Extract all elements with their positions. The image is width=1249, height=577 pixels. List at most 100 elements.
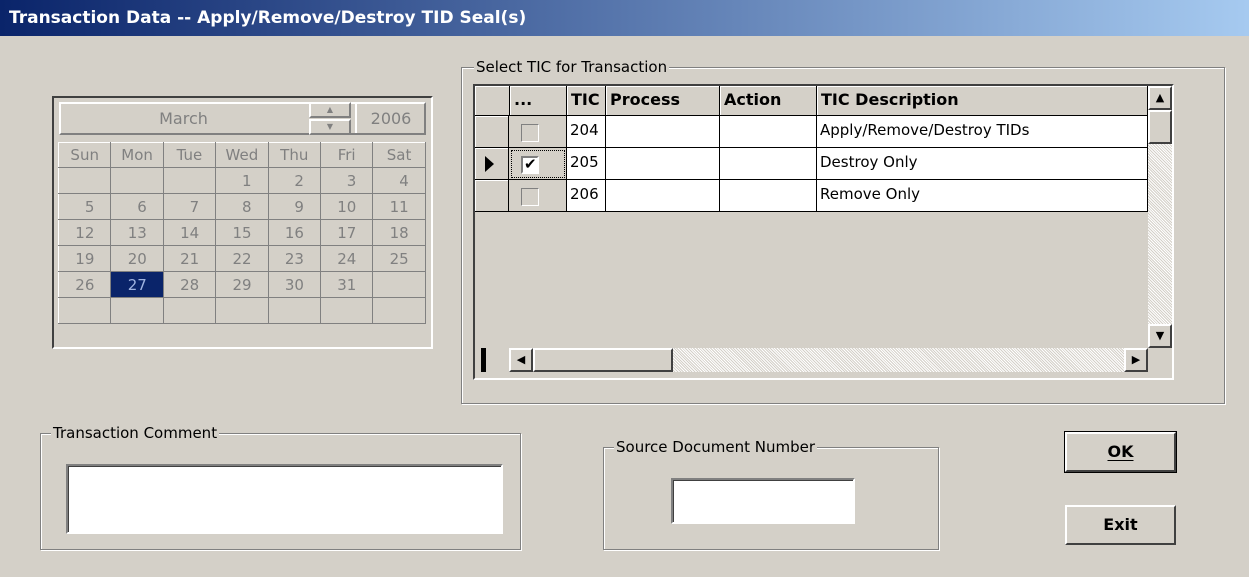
calendar-day[interactable] bbox=[110, 167, 164, 194]
calendar-day[interactable]: 9 bbox=[267, 193, 321, 220]
calendar-day[interactable]: 25 bbox=[372, 245, 426, 272]
column-header-check[interactable]: ... bbox=[510, 86, 567, 116]
calendar-day[interactable]: 29 bbox=[215, 271, 269, 298]
calendar-day[interactable] bbox=[319, 297, 374, 324]
comment-group-caption: Transaction Comment bbox=[51, 423, 220, 443]
scroll-right-icon[interactable]: ▶ bbox=[1124, 348, 1148, 372]
calendar-day[interactable]: 15 bbox=[215, 219, 269, 246]
row-checkbox-checked[interactable] bbox=[521, 155, 539, 174]
process-cell[interactable] bbox=[606, 180, 720, 212]
calendar-day[interactable]: 5 bbox=[57, 193, 112, 220]
source-document-number-input[interactable] bbox=[671, 478, 855, 524]
scroll-marker bbox=[481, 348, 486, 372]
table-row[interactable]: 206 Remove Only bbox=[475, 180, 1148, 212]
calendar-day[interactable]: 11 bbox=[372, 193, 426, 220]
calendar-day[interactable] bbox=[110, 297, 164, 324]
exit-button-label: Exit bbox=[1103, 515, 1138, 534]
calendar-day[interactable] bbox=[372, 297, 426, 324]
calendar-day[interactable]: 4 bbox=[372, 167, 426, 194]
action-cell[interactable] bbox=[720, 180, 817, 212]
calendar-day[interactable]: 7 bbox=[162, 193, 217, 220]
calendar-day[interactable]: 23 bbox=[267, 245, 321, 272]
column-header-action[interactable]: Action bbox=[720, 86, 817, 116]
spin-up-icon[interactable]: ▲ bbox=[309, 102, 351, 118]
calendar-day[interactable]: 16 bbox=[267, 219, 321, 246]
calendar-day[interactable]: 22 bbox=[215, 245, 269, 272]
calendar-day[interactable]: 31 bbox=[319, 271, 374, 298]
calendar-day[interactable]: 21 bbox=[162, 245, 217, 272]
tic-cell[interactable]: 204 bbox=[567, 116, 606, 148]
vertical-scroll-thumb[interactable] bbox=[1148, 110, 1172, 144]
table-row-current[interactable]: 205 Destroy Only bbox=[475, 148, 1148, 180]
check-cell[interactable] bbox=[509, 116, 567, 148]
calendar-day[interactable]: 10 bbox=[319, 193, 374, 220]
row-selector[interactable] bbox=[475, 180, 509, 212]
calendar-day[interactable] bbox=[57, 167, 112, 194]
calendar-day[interactable]: 8 bbox=[215, 193, 269, 220]
scroll-up-icon[interactable]: ▲ bbox=[1148, 86, 1172, 110]
calendar-day[interactable] bbox=[57, 297, 112, 324]
row-checkbox[interactable] bbox=[521, 188, 539, 206]
weekday-label: Thu bbox=[267, 142, 321, 168]
vertical-scrollbar[interactable]: ▲ ▼ bbox=[1148, 86, 1172, 348]
table-row[interactable]: 204 Apply/Remove/Destroy TIDs bbox=[475, 116, 1148, 148]
calendar-day[interactable] bbox=[215, 297, 269, 324]
calendar-day[interactable]: 17 bbox=[319, 219, 374, 246]
scroll-down-icon[interactable]: ▼ bbox=[1148, 324, 1172, 348]
calendar-month[interactable]: March bbox=[61, 104, 306, 133]
weekday-label: Wed bbox=[215, 142, 269, 168]
calendar-day[interactable]: 1 bbox=[215, 167, 269, 194]
calendar-day[interactable]: 12 bbox=[57, 219, 112, 246]
month-spinner[interactable]: ▲ ▼ bbox=[309, 102, 351, 135]
action-cell[interactable] bbox=[720, 148, 817, 180]
description-cell[interactable]: Destroy Only bbox=[817, 148, 1148, 180]
calendar-day[interactable]: 19 bbox=[57, 245, 112, 272]
column-header-process[interactable]: Process bbox=[606, 86, 720, 116]
check-cell[interactable] bbox=[509, 180, 567, 212]
calendar-day[interactable]: 14 bbox=[162, 219, 217, 246]
horizontal-scroll-thumb[interactable] bbox=[533, 348, 673, 372]
calendar-day[interactable]: 30 bbox=[267, 271, 321, 298]
calendar-day[interactable] bbox=[162, 297, 217, 324]
calendar-day-selected[interactable]: 27 bbox=[110, 271, 164, 298]
calendar-grid: Sun Mon Tue Wed Thu Fri Sat 1 2 3 4 5 6 … bbox=[57, 142, 426, 324]
process-cell[interactable] bbox=[606, 116, 720, 148]
column-header-description[interactable]: TIC Description bbox=[817, 86, 1148, 116]
description-cell[interactable]: Apply/Remove/Destroy TIDs bbox=[817, 116, 1148, 148]
month-calendar[interactable]: March ▲ ▼ 2006 Sun Mon Tue Wed Thu Fri S… bbox=[52, 96, 433, 349]
tic-grid[interactable]: ... TIC Process Action TIC Description 2… bbox=[473, 84, 1174, 380]
spin-down-icon[interactable]: ▼ bbox=[309, 119, 351, 135]
calendar-day[interactable] bbox=[162, 167, 217, 194]
row-selector-header bbox=[475, 86, 510, 116]
calendar-day[interactable]: 3 bbox=[319, 167, 374, 194]
calendar-year[interactable]: 2006 bbox=[355, 104, 425, 133]
process-cell[interactable] bbox=[606, 148, 720, 180]
check-cell[interactable] bbox=[509, 148, 567, 180]
action-cell[interactable] bbox=[720, 116, 817, 148]
tic-cell[interactable]: 206 bbox=[567, 180, 606, 212]
transaction-comment-input[interactable] bbox=[66, 464, 503, 534]
calendar-day[interactable]: 6 bbox=[110, 193, 164, 220]
row-checkbox[interactable] bbox=[521, 124, 539, 142]
horizontal-scrollbar[interactable]: ◀ ▶ bbox=[509, 348, 1148, 372]
calendar-day[interactable]: 2 bbox=[267, 167, 321, 194]
scroll-left-icon[interactable]: ◀ bbox=[509, 348, 533, 372]
window-title: Transaction Data -- Apply/Remove/Destroy… bbox=[0, 0, 1249, 36]
calendar-day[interactable] bbox=[372, 271, 426, 298]
calendar-day[interactable]: 20 bbox=[110, 245, 164, 272]
tic-cell[interactable]: 205 bbox=[567, 148, 606, 180]
ok-button[interactable]: OK bbox=[1064, 431, 1177, 473]
calendar-day[interactable]: 28 bbox=[162, 271, 217, 298]
calendar-day[interactable]: 26 bbox=[57, 271, 112, 298]
calendar-day[interactable]: 24 bbox=[319, 245, 374, 272]
calendar-day[interactable]: 18 bbox=[372, 219, 426, 246]
row-selector[interactable] bbox=[475, 148, 509, 180]
exit-button[interactable]: Exit bbox=[1065, 505, 1176, 545]
weekday-label: Mon bbox=[110, 142, 164, 168]
calendar-day[interactable] bbox=[267, 297, 321, 324]
row-selector[interactable] bbox=[475, 116, 509, 148]
column-header-tic[interactable]: TIC bbox=[567, 86, 606, 116]
calendar-day[interactable]: 13 bbox=[110, 219, 164, 246]
description-cell[interactable]: Remove Only bbox=[817, 180, 1148, 212]
tic-group-caption: Select TIC for Transaction bbox=[474, 57, 670, 77]
